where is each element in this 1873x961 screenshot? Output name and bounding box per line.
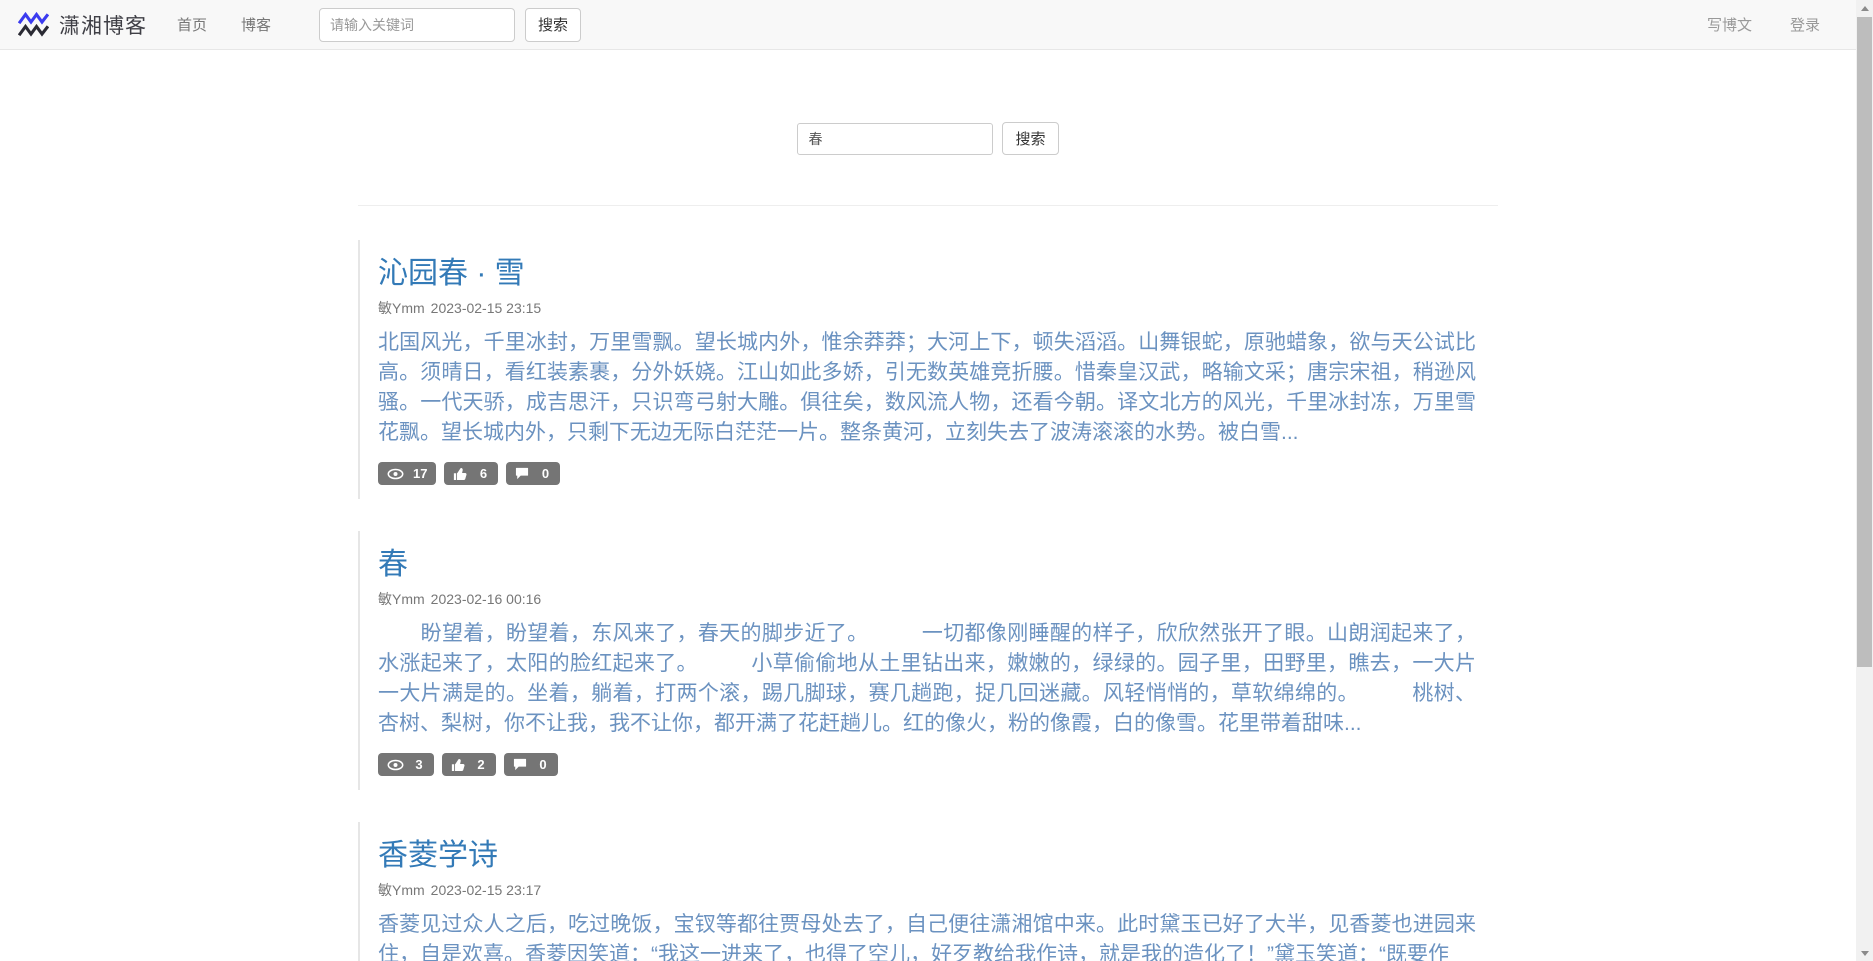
header-search-button[interactable]: 搜索: [525, 7, 582, 42]
eye-icon: [387, 468, 413, 480]
eye-icon: [387, 759, 413, 771]
scroll-down-arrow-icon[interactable]: [1856, 945, 1873, 961]
brand-name: 潇湘博客: [59, 14, 147, 38]
main-content: 搜索 沁园春 · 雪 敏Ymm 2023-02-15 23:15 北国风光，千里冰…: [358, 122, 1498, 961]
post-date: 2023-02-16 00:16: [430, 591, 542, 607]
post-date: 2023-02-15 23:17: [430, 882, 542, 898]
results-divider: [358, 205, 1498, 206]
views-badge: 3: [378, 753, 434, 776]
likes-badge: 6: [444, 462, 499, 485]
blog-post-item: 沁园春 · 雪 敏Ymm 2023-02-15 23:15 北国风光，千里冰封，万…: [358, 240, 1498, 499]
brand-link[interactable]: 潇湘博客: [18, 10, 147, 40]
content-search-button[interactable]: 搜索: [1002, 122, 1059, 155]
post-date: 2023-02-15 23:15: [430, 300, 542, 316]
scrollbar-thumb[interactable]: [1857, 17, 1872, 667]
vertical-scrollbar: [1856, 0, 1873, 961]
post-excerpt: 北国风光，千里冰封，万里雪飘。望长城内外，惟余莽莽；大河上下，顿失滔滔。山舞银蛇…: [378, 331, 1476, 444]
nav-item-home[interactable]: 首页: [177, 14, 207, 35]
post-title-link[interactable]: 沁园春 · 雪: [378, 256, 1476, 292]
write-post-link[interactable]: 写博文: [1707, 14, 1752, 35]
views-count: 17: [413, 466, 428, 481]
header-search-input[interactable]: [319, 7, 516, 42]
comments-badge: 0: [506, 462, 561, 485]
content-search-form: 搜索: [358, 122, 1498, 155]
post-excerpt: 香菱见过众人之后，吃过晚饭，宝钗等都往贾母处去了，自己便往潇湘馆中来。此时黛玉已…: [378, 913, 1476, 961]
post-excerpt: 盼望着，盼望着，东风来了，春天的脚步近了。 一切都像刚睡醒的样子，欣欣然张开了眼…: [378, 622, 1476, 735]
likes-count: 6: [479, 466, 488, 481]
comments-count: 0: [541, 466, 550, 481]
comments-badge: 0: [504, 753, 558, 776]
comments-count: 0: [539, 757, 547, 772]
main-nav: 首页 博客: [177, 14, 305, 35]
likes-count: 2: [477, 757, 485, 772]
header-search-form: 搜索: [319, 7, 582, 42]
post-title-link[interactable]: 春: [378, 547, 1476, 583]
speech-bubble-icon: [513, 758, 536, 771]
thumbs-up-icon: [453, 467, 476, 481]
login-link[interactable]: 登录: [1790, 14, 1820, 35]
post-author: 敏Ymm: [378, 591, 425, 607]
post-stats-row: 17 6 0: [378, 462, 1476, 485]
views-count: 3: [415, 757, 423, 772]
post-meta: 敏Ymm 2023-02-15 23:17: [378, 880, 1476, 900]
scroll-up-arrow-icon[interactable]: [1856, 0, 1873, 16]
post-meta: 敏Ymm 2023-02-15 23:15: [378, 298, 1476, 318]
blog-page: 潇湘博客 首页 博客 搜索 写博文 登录 搜索 沁园春 · 雪 敏Ymm 2023…: [0, 0, 1856, 961]
top-navbar: 潇湘博客 首页 博客 搜索 写博文 登录: [0, 0, 1856, 50]
likes-badge: 2: [442, 753, 496, 776]
post-author: 敏Ymm: [378, 882, 425, 898]
blog-post-item: 春 敏Ymm 2023-02-16 00:16 盼望着，盼望着，东风来了，春天的脚…: [358, 531, 1498, 790]
post-author: 敏Ymm: [378, 300, 425, 316]
content-search-input[interactable]: [797, 122, 994, 155]
post-meta: 敏Ymm 2023-02-16 00:16: [378, 589, 1476, 609]
speech-bubble-icon: [515, 467, 538, 480]
post-title-link[interactable]: 香菱学诗: [378, 838, 1476, 874]
thumbs-up-icon: [451, 758, 474, 772]
logo-zigzag-icon: [18, 11, 49, 38]
header-actions: 写博文 登录: [1669, 14, 1820, 35]
nav-item-blog[interactable]: 博客: [241, 14, 271, 35]
views-badge: 17: [378, 462, 437, 485]
post-stats-row: 3 2 0: [378, 753, 1476, 776]
blog-post-item: 香菱学诗 敏Ymm 2023-02-15 23:17 香菱见过众人之后，吃过晚饭，…: [358, 822, 1498, 961]
